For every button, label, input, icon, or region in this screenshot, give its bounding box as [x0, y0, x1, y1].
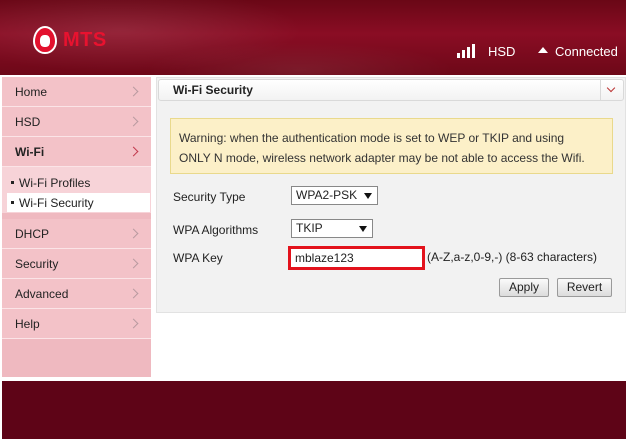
wpa-key-input[interactable]: mblaze123	[288, 246, 425, 270]
chevron-right-icon	[128, 86, 139, 97]
collapse-button[interactable]	[600, 80, 622, 100]
connection-arrow-icon	[538, 47, 548, 53]
chevron-right-icon	[128, 258, 139, 269]
sidebar-item-home[interactable]: Home	[2, 77, 151, 107]
sidebar-item-label: Home	[15, 84, 48, 99]
dropdown-arrow-icon	[359, 226, 367, 232]
chevron-right-icon	[128, 288, 139, 299]
sidebar-item-label: Advanced	[15, 286, 69, 301]
sidebar-item-wifi[interactable]: Wi-Fi	[2, 137, 151, 167]
wpa-algorithms-label: WPA Algorithms	[173, 223, 259, 237]
footer-bar	[2, 381, 626, 439]
sidebar-item-advanced[interactable]: Advanced	[2, 279, 151, 309]
sidebar-item-label: Help	[15, 316, 40, 331]
sidebar-item-security[interactable]: Security	[2, 249, 151, 279]
wpa-key-value: mblaze123	[295, 251, 354, 265]
brand-name: MTS	[63, 28, 107, 51]
network-type-label: HSD	[488, 44, 516, 59]
submenu-item-label: Wi-Fi Profiles	[19, 175, 91, 190]
wpa-key-label: WPA Key	[173, 251, 223, 265]
signal-bar	[467, 47, 470, 58]
security-type-select[interactable]: WPA2-PSK	[291, 186, 378, 205]
security-type-label: Security Type	[173, 190, 246, 204]
sidebar-item-label: Security	[15, 256, 59, 271]
sidebar-item-label: Wi-Fi	[15, 144, 45, 159]
warning-text-line: ONLY N mode, wireless network adapter ma…	[179, 151, 585, 165]
submenu-item-wifi-security[interactable]: Wi-Fi Security	[7, 193, 150, 212]
warning-text-line: Warning: when the authentication mode is…	[179, 131, 565, 145]
bullet-icon	[11, 181, 14, 184]
header-bar: MTS HSD Connected	[0, 0, 626, 75]
revert-button[interactable]: Revert	[557, 278, 612, 297]
signal-bar	[472, 44, 475, 58]
page-title: Wi-Fi Security	[173, 83, 253, 97]
signal-strength-icon	[457, 44, 475, 58]
apply-button[interactable]: Apply	[499, 278, 549, 297]
wpa-algorithms-select[interactable]: TKIP	[291, 219, 373, 238]
sidebar: Home HSD Wi-Fi Wi-Fi Profiles Wi-Fi Secu…	[2, 77, 151, 377]
chevron-right-icon	[128, 318, 139, 329]
sidebar-item-label: HSD	[15, 114, 41, 129]
connection-status: Connected	[555, 44, 618, 59]
sidebar-item-help[interactable]: Help	[2, 309, 151, 339]
signal-bar	[457, 53, 460, 58]
sidebar-item-label: DHCP	[15, 226, 50, 241]
wpa-key-hint: (A-Z,a-z,0-9,-) (8-63 characters)	[427, 250, 598, 264]
chevron-right-icon	[128, 146, 139, 157]
signal-bar	[462, 50, 465, 58]
chevron-right-icon	[128, 228, 139, 239]
submenu-item-label: Wi-Fi Security	[19, 195, 94, 210]
wpa-algorithms-value: TKIP	[296, 221, 323, 235]
wifi-security-panel: Wi-Fi Security Warning: when the authent…	[156, 77, 626, 313]
mts-logo: MTS	[33, 26, 107, 54]
submenu-item-wifi-profiles[interactable]: Wi-Fi Profiles	[7, 173, 150, 192]
mts-egg-icon	[33, 26, 57, 54]
dropdown-arrow-icon	[364, 193, 372, 199]
security-type-value: WPA2-PSK	[296, 188, 358, 202]
chevron-right-icon	[128, 116, 139, 127]
warning-box: Warning: when the authentication mode is…	[170, 118, 613, 174]
wifi-submenu: Wi-Fi Profiles Wi-Fi Security	[2, 167, 151, 213]
sidebar-item-hsd[interactable]: HSD	[2, 107, 151, 137]
bullet-icon	[11, 201, 14, 204]
panel-title-bar: Wi-Fi Security	[158, 79, 624, 101]
sidebar-item-dhcp[interactable]: DHCP	[2, 219, 151, 249]
